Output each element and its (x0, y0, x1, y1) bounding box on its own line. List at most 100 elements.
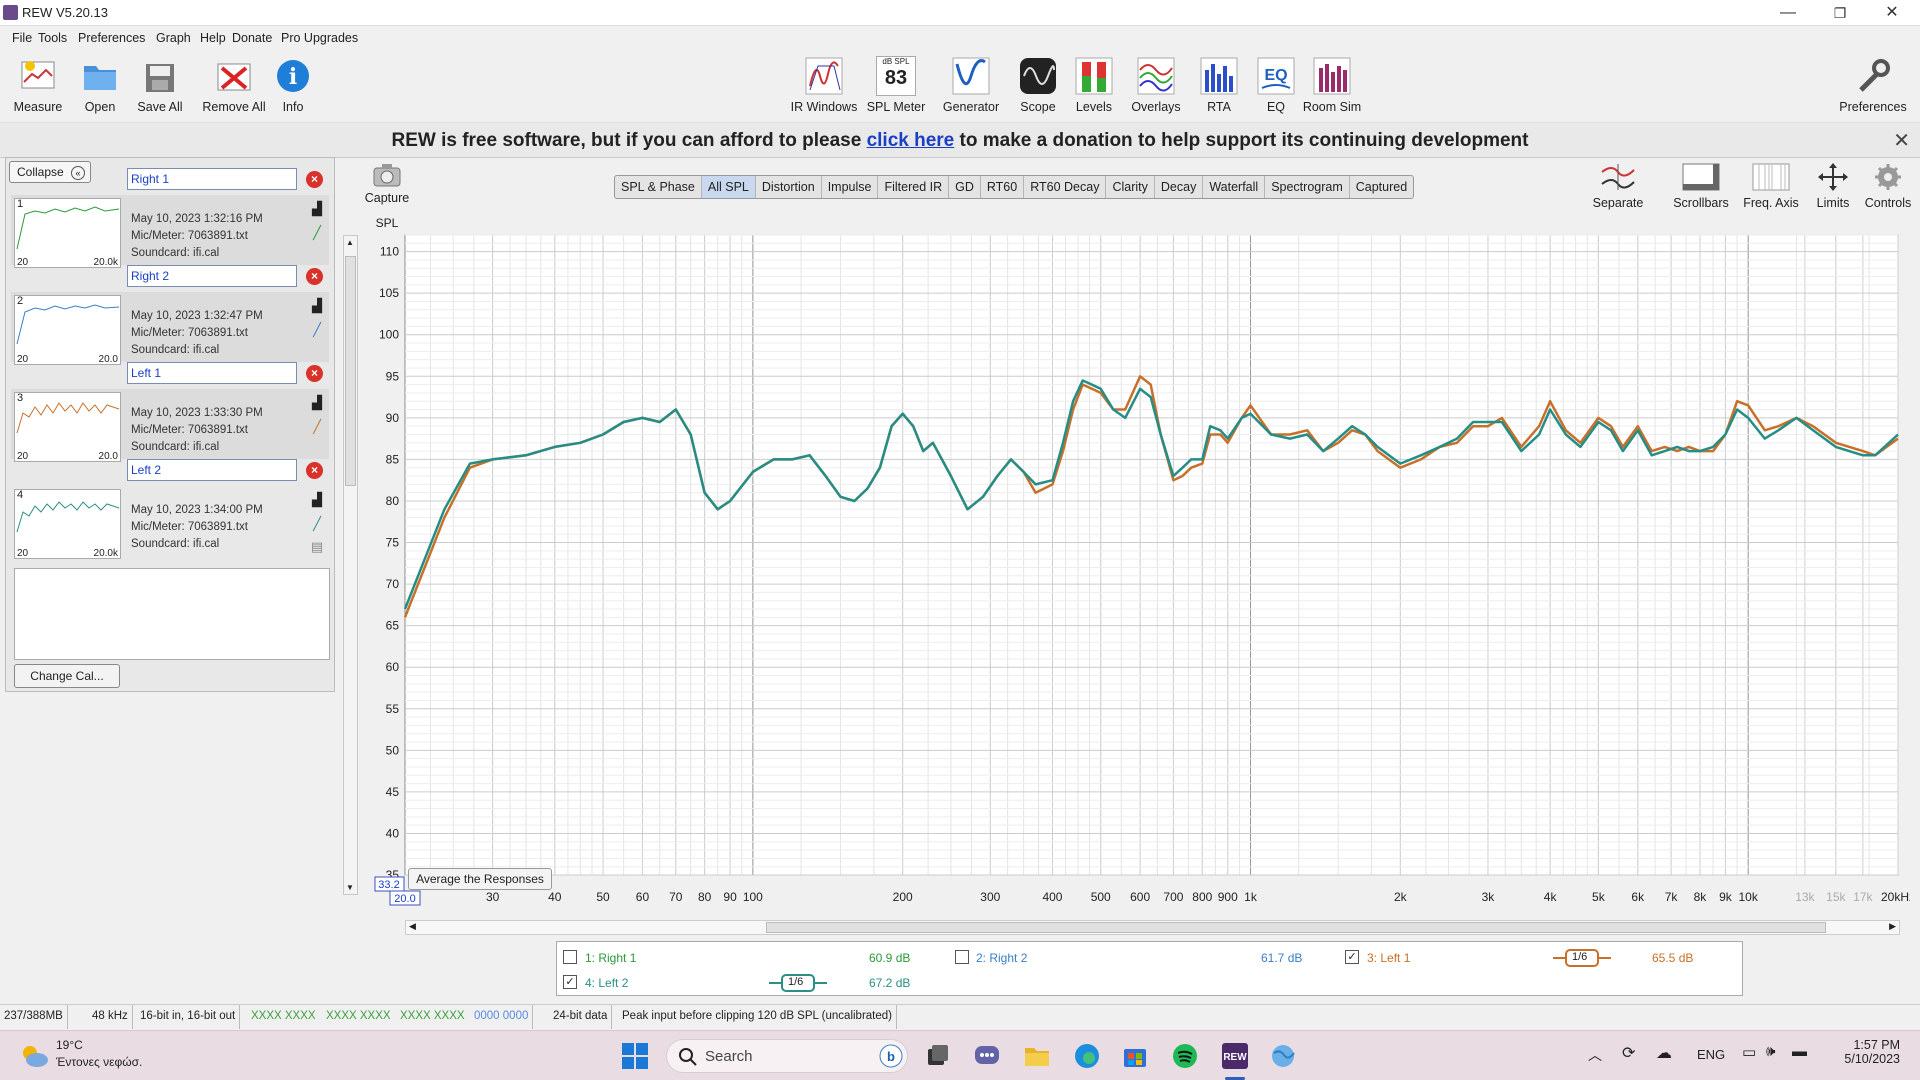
change-cal-button[interactable]: Change Cal... (14, 664, 120, 688)
network-icon[interactable]: ▭ (1742, 1043, 1756, 1061)
measurement-thumbnail[interactable]: 3 20 20.0 (14, 392, 121, 462)
measurement-name-field[interactable]: Left 2 (127, 459, 297, 481)
average-responses-button[interactable]: Average the Responses (408, 868, 552, 890)
menu-help[interactable]: Help (200, 31, 226, 45)
separate-button[interactable]: Separate (1585, 162, 1651, 210)
tray-chevron-icon[interactable]: ︿ (1588, 1045, 1602, 1065)
collapse-button[interactable]: Collapse « (9, 161, 91, 183)
graph-horizontal-scrollbar[interactable]: ◀ ▶ (405, 920, 1900, 935)
room-sim-button[interactable]: Room Sim (1297, 56, 1367, 114)
remove-measurement-icon[interactable]: × (306, 365, 323, 382)
scrollbar-thumb[interactable] (766, 922, 1826, 933)
spl-graph[interactable]: 11010510095908580757065605550454035SPL33… (360, 215, 1910, 917)
sync-icon[interactable]: ⟳ (1622, 1043, 1635, 1063)
teams-chat-icon[interactable] (972, 1041, 1002, 1071)
tab-impulse[interactable]: Impulse (822, 176, 879, 198)
levels-button[interactable]: Levels (1059, 56, 1129, 114)
ir-windows-button[interactable]: IR Windows (789, 56, 859, 114)
status-input-meter-3: XXXX XXXX (400, 1010, 465, 1022)
volume-icon[interactable]: 🕪 (1766, 1043, 1775, 1060)
restore-button[interactable]: ❐ (1814, 0, 1866, 26)
menu-tools[interactable]: Tools (38, 31, 67, 45)
windows-start-icon[interactable] (620, 1041, 650, 1071)
tab-clarity[interactable]: Clarity (1106, 176, 1155, 198)
room-sim-icon (1313, 57, 1351, 95)
tab-waterfall[interactable]: Waterfall (1203, 176, 1266, 198)
scroll-left-icon[interactable]: ◀ (409, 921, 416, 932)
clock[interactable]: 1:57 PM 5/10/2023 (1836, 1038, 1900, 1066)
tab-spl-phase[interactable]: SPL & Phase (615, 176, 702, 198)
measurement-thumbnail[interactable]: 4 20 20.0k (14, 489, 121, 559)
spl-meter-button[interactable]: dB SPL 83 SPL Meter (861, 56, 931, 114)
close-window-button[interactable]: ✕ (1866, 0, 1918, 26)
task-view-icon[interactable] (922, 1041, 952, 1071)
measurement-name-field[interactable]: Right 2 (127, 265, 297, 287)
preferences-button[interactable]: Preferences (1838, 56, 1908, 114)
measurement-thumbnail[interactable]: 2 20 20.0 (14, 295, 121, 365)
scroll-down-icon[interactable]: ▼ (346, 883, 354, 892)
menu-file[interactable]: File (12, 31, 32, 45)
graph-color-icon[interactable]: ▟ (309, 201, 325, 217)
y-tick-label: 40 (386, 826, 400, 840)
onedrive-icon[interactable]: ☁ (1656, 1043, 1672, 1063)
menu-graph[interactable]: Graph (156, 31, 191, 45)
search-placeholder: Search (705, 1048, 753, 1065)
tab-distortion[interactable]: Distortion (756, 176, 822, 198)
notes-icon[interactable]: ▤ (309, 539, 325, 555)
scroll-right-icon[interactable]: ▶ (1889, 921, 1896, 932)
panel-scrollbar[interactable]: ▲ ▼ (343, 235, 358, 895)
tab-captured[interactable]: Captured (1350, 176, 1413, 198)
file-explorer-icon[interactable] (1022, 1041, 1052, 1071)
battery-icon[interactable]: ▬ (1792, 1043, 1807, 1060)
freq-axis-button[interactable]: Freq. Axis (1738, 162, 1804, 210)
notes-area[interactable] (14, 568, 330, 660)
save-all-button[interactable]: Save All (125, 56, 195, 114)
legend-checkbox-left-2[interactable]: ✓ (563, 975, 577, 989)
tab-spectrogram[interactable]: Spectrogram (1265, 176, 1350, 198)
graph-color-icon[interactable]: ▟ (309, 298, 325, 314)
scroll-up-icon[interactable]: ▲ (346, 238, 354, 247)
pen-icon[interactable]: ╱ (309, 516, 325, 532)
measurement-thumbnail[interactable]: 1 20 20.0k (14, 198, 121, 268)
measurement-name-field[interactable]: Left 1 (127, 362, 297, 384)
controls-button[interactable]: Controls (1856, 162, 1920, 210)
tab-gd[interactable]: GD (949, 176, 981, 198)
measurement-name-field[interactable]: Right 1 (127, 168, 297, 190)
scrollbars-button[interactable]: Scrollbars (1668, 162, 1734, 210)
capture-button[interactable]: Capture (362, 162, 412, 205)
menu-pro-upgrades[interactable]: Pro Upgrades (281, 31, 358, 45)
pen-icon[interactable]: ╱ (309, 322, 325, 338)
scrollbar-thumb[interactable] (345, 256, 356, 486)
overlays-button[interactable]: Overlays (1121, 56, 1191, 114)
remove-measurement-icon[interactable]: × (306, 171, 323, 188)
donate-link[interactable]: click here (867, 130, 955, 151)
menu-donate[interactable]: Donate (232, 31, 272, 45)
menu-preferences[interactable]: Preferences (78, 31, 145, 45)
remove-measurement-icon[interactable]: × (306, 268, 323, 285)
graph-color-icon[interactable]: ▟ (309, 395, 325, 411)
banner-close-icon[interactable]: ✕ (1893, 123, 1910, 159)
tab-decay[interactable]: Decay (1155, 176, 1204, 198)
spotify-icon[interactable] (1170, 1041, 1200, 1071)
globe-app-icon[interactable] (1268, 1041, 1298, 1071)
info-button[interactable]: i Info (258, 56, 328, 114)
tab-rt60-decay[interactable]: RT60 Decay (1024, 176, 1107, 198)
pen-icon[interactable]: ╱ (309, 419, 325, 435)
remove-measurement-icon[interactable]: × (306, 462, 323, 479)
legend-checkbox-right-2[interactable] (955, 950, 969, 964)
tab-filtered-ir[interactable]: Filtered IR (878, 176, 950, 198)
generator-button[interactable]: Generator (936, 56, 1006, 114)
rew-app-icon[interactable]: REW (1220, 1041, 1250, 1071)
store-icon[interactable] (1120, 1041, 1150, 1071)
tab-all-spl[interactable]: All SPL (701, 176, 756, 198)
graph-color-icon[interactable]: ▟ (309, 492, 325, 508)
measure-button[interactable]: Measure (3, 56, 73, 114)
legend-checkbox-left-1[interactable]: ✓ (1345, 950, 1359, 964)
minimize-button[interactable]: — (1762, 0, 1814, 26)
legend-checkbox-right-1[interactable] (563, 950, 577, 964)
pen-icon[interactable]: ╱ (309, 225, 325, 241)
taskbar-search[interactable]: Search b (666, 1039, 908, 1073)
language-indicator[interactable]: ENG (1697, 1047, 1725, 1062)
tab-rt60[interactable]: RT60 (981, 176, 1025, 198)
edge-browser-icon[interactable] (1072, 1041, 1102, 1071)
